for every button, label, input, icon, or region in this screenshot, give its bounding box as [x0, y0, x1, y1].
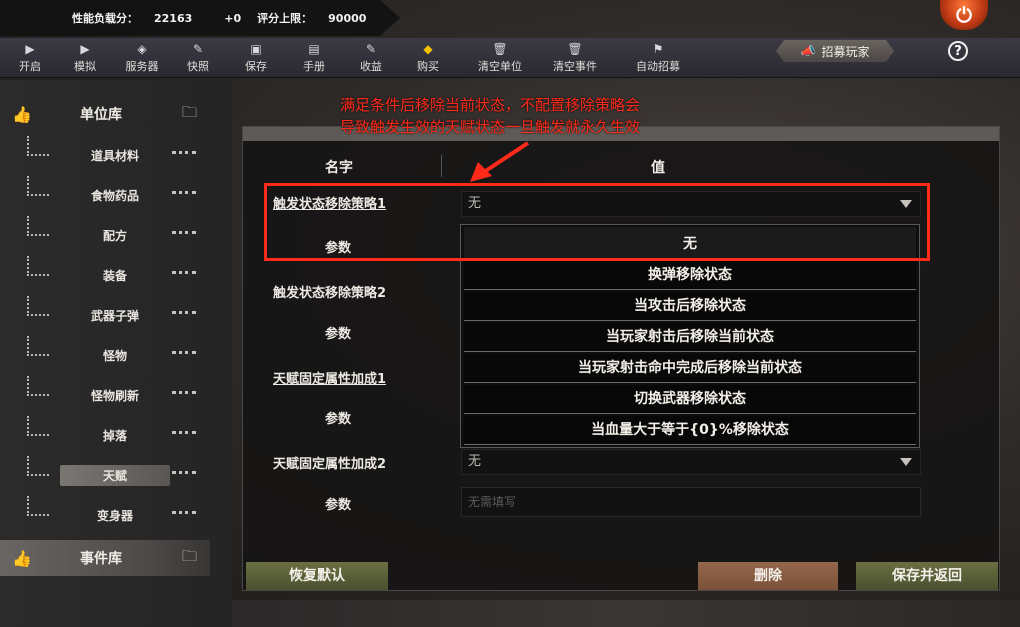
- annotation-arrow-icon: [470, 141, 530, 182]
